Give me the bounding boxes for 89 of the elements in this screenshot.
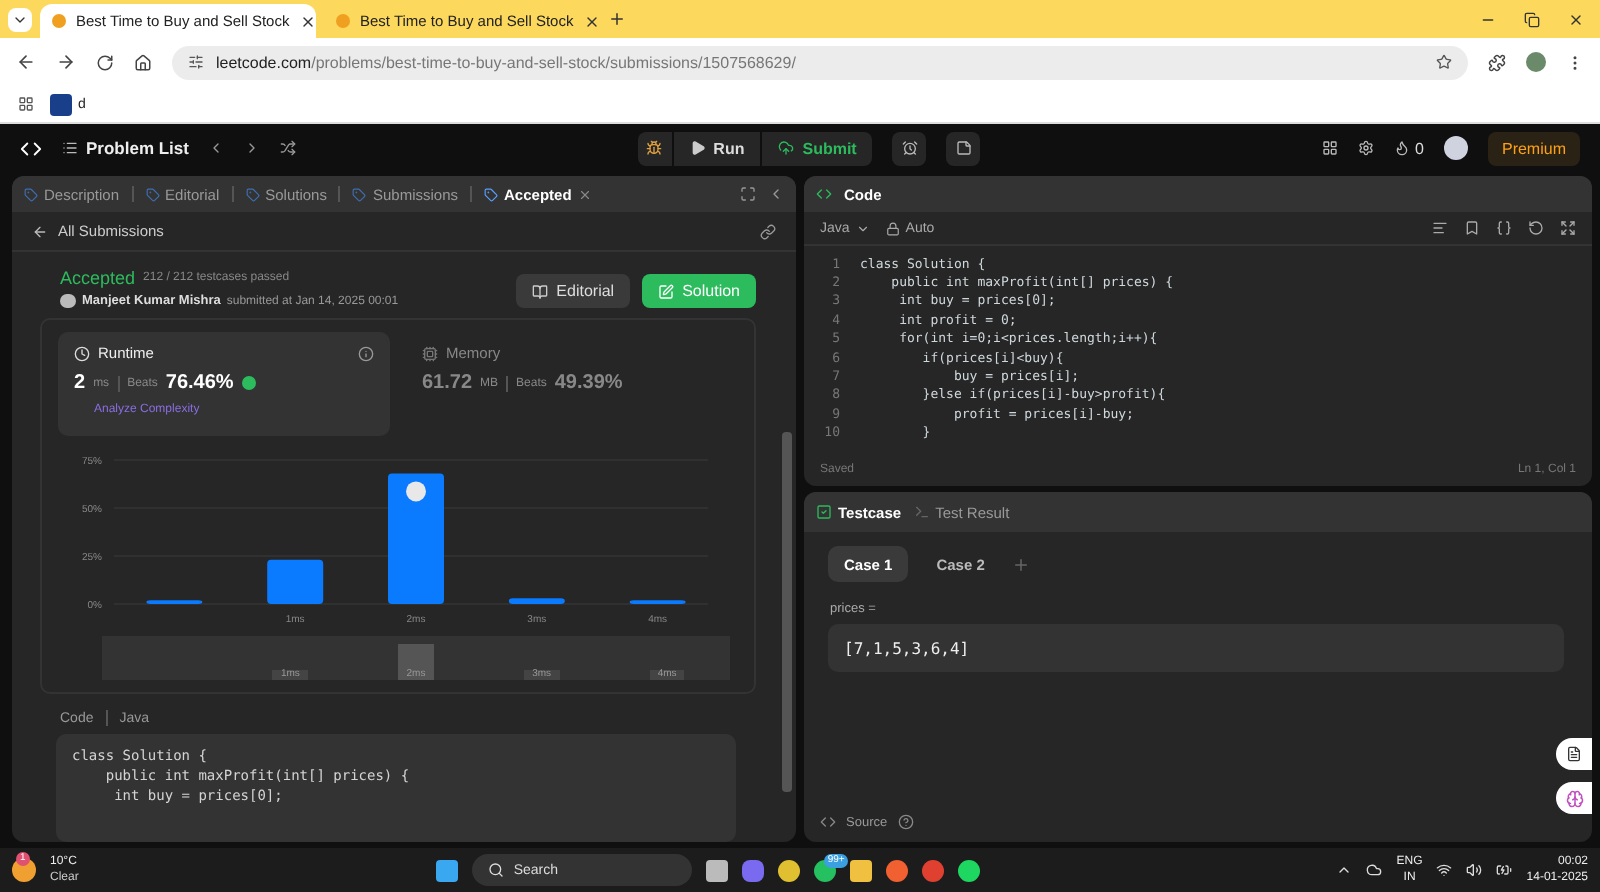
input-field[interactable]: [7,1,5,3,6,4] [828, 624, 1564, 672]
wifi-icon[interactable] [1436, 862, 1453, 878]
submit-button[interactable]: Submit [762, 131, 873, 165]
layout-grid-icon[interactable] [1321, 140, 1338, 156]
notes-button[interactable] [946, 131, 981, 165]
stat-value: 61.72 [422, 372, 473, 394]
close-icon[interactable] [1568, 11, 1584, 27]
bookmark-icon [50, 93, 72, 115]
apps-icon[interactable] [18, 96, 34, 112]
logo-icon[interactable] [20, 137, 42, 159]
star-icon[interactable] [1436, 54, 1452, 70]
terminal-icon [913, 504, 930, 520]
status-label: Accepted [60, 268, 136, 288]
cloud-icon[interactable] [1366, 862, 1383, 878]
book-icon [532, 283, 549, 299]
new-tab-icon[interactable] [608, 10, 626, 28]
editorial-button[interactable]: Editorial [516, 274, 631, 308]
stat-value: 2 [74, 372, 86, 394]
bar [267, 559, 324, 604]
debug-button[interactable] [637, 131, 672, 165]
timer-button[interactable] [892, 131, 927, 165]
settings-icon[interactable] [1357, 140, 1374, 156]
reset-icon[interactable] [1528, 220, 1544, 236]
problem-list-link[interactable]: Problem List [86, 138, 189, 158]
streak-count: 0 [1415, 139, 1424, 157]
code-icon [820, 814, 836, 830]
beats-percent: 49.39% [554, 372, 623, 394]
volume-icon[interactable] [1466, 862, 1483, 878]
cloud-upload-icon [778, 140, 795, 156]
profile-avatar-icon[interactable] [1526, 52, 1546, 72]
site-settings-icon [188, 54, 204, 70]
play-icon [689, 140, 706, 156]
chevron-down-icon [855, 221, 870, 235]
restore-icon[interactable] [1524, 11, 1540, 27]
braces-icon[interactable] [1496, 220, 1512, 236]
book-icon [1566, 746, 1582, 762]
run-button[interactable]: Run [673, 131, 761, 165]
extensions-icon[interactable] [1488, 53, 1506, 71]
reload-icon[interactable] [96, 53, 114, 71]
list-icon [62, 140, 78, 156]
help-icon[interactable] [897, 814, 914, 830]
lock-icon [885, 221, 900, 235]
code-icon [816, 186, 832, 202]
avatar-icon [406, 481, 426, 502]
premium-button[interactable]: Premium [1487, 131, 1580, 165]
tab-icon [145, 187, 160, 201]
tab-icon [352, 187, 367, 201]
forward-icon[interactable] [56, 52, 76, 72]
bar [388, 473, 444, 604]
bar [508, 598, 565, 604]
tab-icon [245, 187, 260, 201]
tab-icon [484, 187, 499, 201]
search-icon [487, 862, 504, 878]
home-icon[interactable] [134, 53, 152, 71]
chip-icon [422, 345, 438, 361]
clock-icon [74, 345, 90, 361]
tab-search-button[interactable] [8, 7, 32, 31]
expand-icon[interactable] [1560, 220, 1576, 236]
alarm-clock-icon [901, 140, 918, 156]
close-icon[interactable] [583, 13, 600, 29]
back-icon[interactable] [16, 52, 36, 72]
edit-icon [658, 283, 675, 299]
user-avatar-icon [60, 294, 76, 308]
beats-percent: 76.46% [165, 372, 234, 394]
bookmark-icon[interactable] [1464, 220, 1480, 236]
user-avatar-icon[interactable] [1443, 136, 1468, 160]
checkbox-icon [816, 504, 832, 520]
scrollbar[interactable] [782, 432, 792, 792]
chevron-up-icon[interactable] [1336, 862, 1353, 878]
info-icon[interactable] [358, 345, 374, 361]
leetcode-logo-icon [52, 14, 66, 28]
flame-icon [1393, 140, 1410, 156]
badge-icon [241, 376, 256, 390]
format-icon[interactable] [1432, 220, 1448, 236]
bug-icon [646, 140, 663, 156]
leetcode-logo-icon [336, 14, 350, 28]
address-bar[interactable]: leetcode.com/problems/best-time-to-buy-and-sell-stock/submissions/1507568629/ [172, 45, 1468, 79]
brain-icon [1565, 789, 1583, 807]
link-icon[interactable] [760, 223, 776, 239]
shuffle-icon[interactable] [280, 140, 297, 156]
note-icon [955, 140, 972, 156]
collapse-icon[interactable] [768, 186, 784, 202]
close-icon[interactable] [299, 13, 316, 29]
tab-icon [24, 187, 38, 201]
fullscreen-icon[interactable] [740, 186, 756, 202]
book-button[interactable] [1556, 738, 1592, 770]
brain-button[interactable] [1556, 782, 1592, 814]
battery-icon[interactable] [1496, 862, 1513, 878]
back-arrow-icon[interactable] [32, 223, 48, 239]
